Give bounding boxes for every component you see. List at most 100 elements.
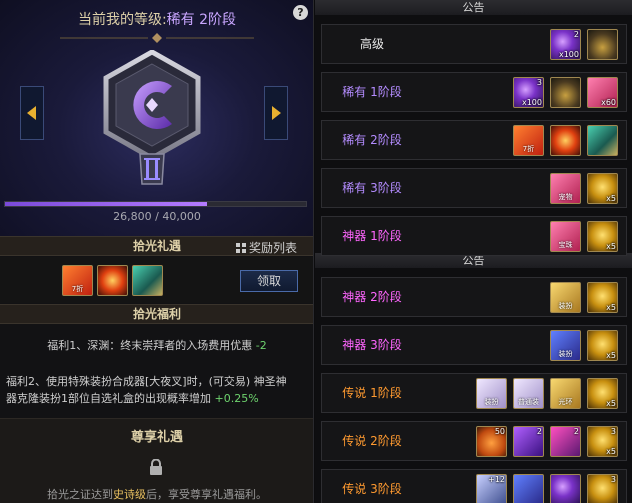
- tier-items: 3 x100 x60: [513, 77, 618, 109]
- item-count: +12: [488, 475, 505, 484]
- benefit-2: 福利2、使用特殊装扮合成器[大夜叉]时，(可交易) 神圣神 器克隆装扮1部位自选…: [0, 373, 313, 407]
- item-count: 3: [610, 475, 616, 484]
- experience-progress-bar: [4, 201, 307, 207]
- tier-label: 稀有 1阶段: [342, 85, 402, 99]
- tier-label: 传说 3阶段: [342, 482, 402, 496]
- reward-item-icon[interactable]: x5: [587, 282, 618, 313]
- notice-bar: 公告: [315, 0, 632, 15]
- reward-item-icon[interactable]: 50: [476, 426, 507, 457]
- exclusive-section: 尊享礼遇 拾光之证达到史诗级后，享受尊享礼遇福利。: [0, 418, 313, 503]
- benefit-2-line-1: 福利2、使用特殊装扮合成器[大夜叉]时，(可交易) 神圣神: [6, 375, 287, 388]
- item-count: x100: [558, 50, 579, 59]
- reward-item-icon[interactable]: 3 x5: [587, 426, 618, 457]
- tier-row: 稀有 2阶段 7折: [321, 120, 627, 160]
- item-count: x5: [606, 303, 616, 312]
- tier-row: 传说 3阶段 +12 3: [321, 469, 627, 503]
- claim-button[interactable]: 领取: [240, 270, 298, 292]
- item-count: x5: [606, 399, 616, 408]
- item-count: x5: [606, 242, 616, 251]
- item-label: 装扮: [558, 350, 573, 358]
- item-count: x60: [601, 98, 616, 107]
- benefit-2-text: 器克隆装扮1部位自选礼盒的出现概率增加: [6, 392, 211, 405]
- current-level-title: 当前我的等级:稀有 2阶段: [0, 9, 313, 29]
- item-count: 50: [494, 427, 505, 436]
- tier-row: 高级 2 x100: [321, 24, 627, 64]
- reward-item-icon[interactable]: 2: [550, 426, 581, 457]
- reward-item-icon[interactable]: 装扮: [550, 282, 581, 313]
- item-count: x5: [606, 447, 616, 456]
- level-value: 稀有 2阶段: [166, 12, 237, 28]
- help-icon[interactable]: ?: [293, 5, 308, 20]
- tier-row: 传说 1阶段 装扮 普通装 光环 x5: [321, 373, 627, 413]
- benefit-section-header: 拾光福利: [0, 304, 313, 324]
- tier-label: 稀有 2阶段: [342, 133, 402, 147]
- benefit-1-text: 福利1、深渊：终末崇拜者的入场费用优惠: [47, 339, 253, 352]
- item-label: 宠物: [558, 193, 573, 201]
- exclusive-title: 尊享礼遇: [130, 430, 183, 445]
- reward-item-icon[interactable]: 3 x100: [513, 77, 544, 108]
- item-count: 3: [610, 427, 616, 436]
- reward-list-button[interactable]: 奖励列表: [236, 239, 297, 256]
- arrow-left-icon: [27, 106, 36, 120]
- reward-item-icon[interactable]: [513, 474, 544, 503]
- fire-ticket-icon[interactable]: [97, 265, 128, 296]
- gift-items: 7折: [62, 265, 163, 296]
- tier-items: 宠物 x5: [550, 173, 618, 205]
- reward-item-icon[interactable]: 装扮: [476, 378, 507, 409]
- item-count: 3: [536, 78, 542, 87]
- prev-level-button[interactable]: [20, 86, 44, 140]
- benefit-2-value: +0.25%: [214, 392, 259, 405]
- tier-items: 装扮 普通装 光环 x5: [476, 378, 618, 410]
- reward-item-icon[interactable]: +12: [476, 474, 507, 503]
- level-header: 当前我的等级:稀有 2阶段 ? 26,800 / 40,000: [0, 0, 313, 236]
- item-count: 2: [536, 427, 542, 436]
- item-label: 装扮: [558, 302, 573, 310]
- reward-item-icon[interactable]: x5: [587, 173, 618, 204]
- title-ornament: [60, 33, 254, 43]
- reward-item-icon[interactable]: x5: [587, 378, 618, 409]
- tier-label: 神器 2阶段: [342, 290, 402, 304]
- item-label: 宝珠: [558, 241, 573, 249]
- tier-items: 2 x100: [550, 29, 618, 61]
- gift-section-header: 拾光礼遇 奖励列表: [0, 236, 313, 256]
- level-panel: 当前我的等级:稀有 2阶段 ? 26,800 / 40,000 拾光礼遇 奖励列…: [0, 0, 314, 503]
- item-label: 装扮: [484, 398, 499, 406]
- reward-item-icon[interactable]: [587, 125, 618, 156]
- next-level-button[interactable]: [264, 86, 288, 140]
- reward-item-icon[interactable]: 2: [513, 426, 544, 457]
- experience-progress-fill: [5, 202, 207, 206]
- reward-item-icon[interactable]: 2 x100: [550, 29, 581, 60]
- reward-item-icon[interactable]: 宠物: [550, 173, 581, 204]
- benefit-2-line-2: 器克隆装扮1部位自选礼盒的出现概率增加 +0.25%: [6, 390, 313, 407]
- reward-item-icon[interactable]: 装扮: [550, 330, 581, 361]
- tier-row: 神器 1阶段宝珠 x5: [321, 216, 627, 256]
- tier-row: 稀有 3阶段 宠物 x5: [321, 168, 627, 208]
- reward-item-icon[interactable]: 宝珠: [550, 221, 581, 252]
- reward-item-icon[interactable]: 光环: [550, 378, 581, 409]
- item-count: 2: [573, 427, 579, 436]
- tier-label: 神器 1阶段: [342, 229, 402, 243]
- exclusive-text-epic: 史诗级: [113, 488, 146, 501]
- reward-item-icon[interactable]: x60: [587, 77, 618, 108]
- reward-item-icon[interactable]: 7折: [513, 125, 544, 156]
- reward-item-icon[interactable]: x5: [587, 330, 618, 361]
- reward-item-icon[interactable]: [550, 125, 581, 156]
- benefit-1-value: -2: [255, 339, 267, 352]
- reward-item-icon[interactable]: 普通装: [513, 378, 544, 409]
- ticket-icon[interactable]: 7折: [62, 265, 93, 296]
- green-chest-icon[interactable]: [132, 265, 163, 296]
- reward-item-icon[interactable]: x5: [587, 221, 618, 252]
- reward-item-icon[interactable]: [550, 474, 581, 503]
- tier-label: 传说 1阶段: [342, 386, 402, 400]
- tier-label: 神器 3阶段: [342, 338, 402, 352]
- tier-items: 7折: [513, 125, 618, 157]
- item-label: 7折: [71, 285, 84, 293]
- tier-label: 高级: [359, 37, 384, 51]
- rank-emblem-icon: [103, 50, 201, 185]
- level-prefix: 当前我的等级:: [77, 12, 167, 28]
- tier-items: +12 3: [476, 474, 618, 503]
- tier-row: 神器 3阶段装扮 x5: [321, 325, 627, 365]
- reward-item-icon[interactable]: 3: [587, 474, 618, 503]
- reward-item-icon[interactable]: [587, 29, 618, 60]
- reward-item-icon[interactable]: [550, 77, 581, 108]
